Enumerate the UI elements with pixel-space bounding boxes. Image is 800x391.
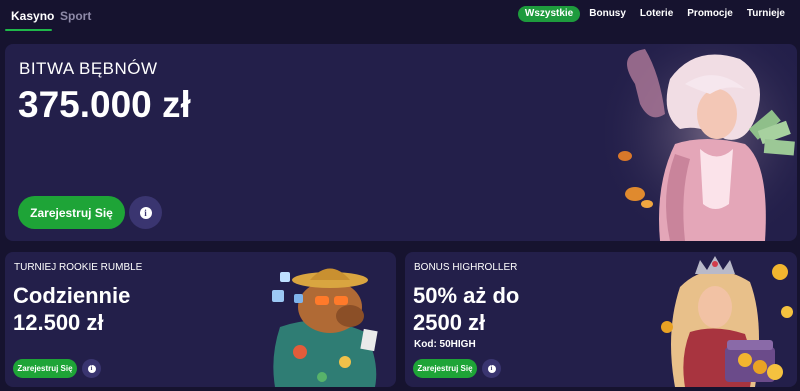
hero-register-button[interactable]: Zarejestruj Się [18, 196, 125, 229]
card-eyebrow: TURNIEJ ROOKIE RUMBLE [14, 262, 143, 273]
card-title-line2: 2500 zł [413, 310, 486, 335]
filter-loterie[interactable]: Loterie [633, 6, 680, 22]
tab-sport[interactable]: Sport [60, 9, 91, 23]
tab-kasyno[interactable]: Kasyno [11, 9, 54, 23]
highroller-register-button[interactable]: Zarejestruj Się [413, 359, 477, 378]
active-tab-indicator [5, 29, 52, 31]
hero-eyebrow: BITWA BĘBNÓW [19, 59, 158, 78]
bonus-code: Kod: 50HIGH [414, 339, 476, 350]
promo-card-rookie-rumble[interactable]: TURNIEJ ROOKIE RUMBLE Codziennie 12.500 … [5, 252, 396, 387]
elf-prince-illustration [605, 44, 797, 241]
capybara-illustration [272, 268, 378, 387]
highroller-info-button[interactable]: i [482, 359, 501, 378]
top-navigation: Kasyno Sport Wszystkie Bonusy Loterie Pr… [0, 0, 800, 32]
info-icon: i [87, 364, 96, 373]
filter-turnieje[interactable]: Turnieje [740, 6, 792, 22]
card-title-line1: 50% aż do [413, 283, 520, 308]
hero-info-button[interactable]: i [129, 196, 162, 229]
filter-promocje[interactable]: Promocje [680, 6, 740, 22]
info-icon: i [487, 364, 496, 373]
promo-card-highroller[interactable]: BONUS HIGHROLLER 50% aż do 2500 zł Kod: … [405, 252, 797, 387]
filter-wszystkie[interactable]: Wszystkie [517, 6, 581, 22]
filter-bonusy[interactable]: Bonusy [582, 6, 633, 22]
category-filters: Wszystkie Bonusy Loterie Promocje Turnie… [517, 6, 792, 22]
hero-promo-banner[interactable]: BITWA BĘBNÓW 375.000 zł Zarejestruj Się … [5, 44, 797, 241]
rookie-register-button[interactable]: Zarejestruj Się [13, 359, 77, 378]
card-title: Codziennie 12.500 zł [13, 282, 130, 336]
hero-prize-amount: 375.000 zł [18, 84, 191, 125]
card-eyebrow: BONUS HIGHROLLER [414, 262, 518, 273]
card-title-line1: Codziennie [13, 283, 131, 308]
card-title: 50% aż do 2500 zł [413, 282, 519, 336]
rookie-info-button[interactable]: i [82, 359, 101, 378]
queen-illustration [661, 256, 793, 387]
card-title-line2: 12.500 zł [13, 310, 104, 335]
info-icon: i [139, 206, 152, 219]
